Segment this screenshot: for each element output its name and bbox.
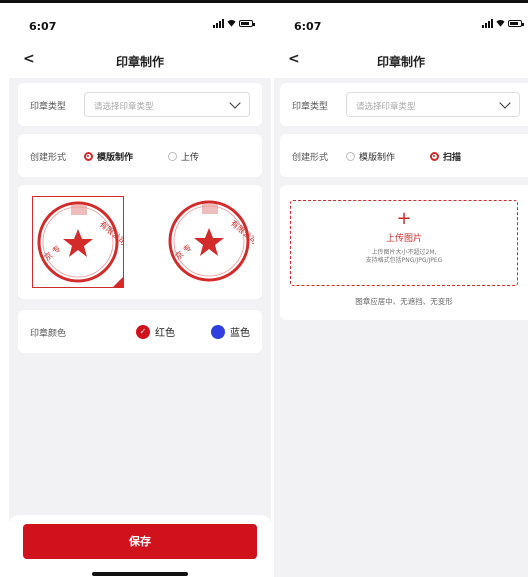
radio-checked-icon	[430, 152, 439, 161]
svg-text:有限公司: 有限公司	[229, 218, 254, 246]
status-time: 6:07	[294, 20, 322, 33]
seal-template-2[interactable]: 有限公司 京 专	[164, 196, 260, 288]
seal-type-select[interactable]: 请选择印章类型	[346, 92, 520, 117]
seal-type-label: 印章类型	[292, 102, 329, 112]
svg-text:京 专: 京 专	[42, 243, 63, 263]
radio-template-label: 模版制作	[97, 153, 134, 163]
radio-template[interactable]: 模版制作	[346, 150, 395, 163]
radio-checked-icon	[84, 152, 93, 161]
status-icons	[482, 19, 524, 28]
nav-bar: < 印章制作	[274, 43, 528, 78]
seal-type-label: 印章类型	[30, 102, 67, 112]
wifi-icon	[496, 19, 505, 28]
color-red-label: 红色	[155, 328, 175, 339]
seal-stamp-icon: 有限公司 京 专	[37, 201, 129, 283]
seal-type-card: 印章类型 请选择印章类型	[280, 83, 528, 126]
status-bar: 6:07	[274, 3, 528, 43]
signal-icon	[213, 19, 224, 28]
status-time: 6:07	[29, 20, 57, 33]
chevron-down-icon	[499, 97, 511, 109]
seal-type-select[interactable]: 请选择印章类型	[84, 92, 250, 117]
seal-type-placeholder: 请选择印章类型	[356, 102, 416, 112]
save-button[interactable]: 保存	[23, 524, 257, 559]
status-icons	[213, 19, 255, 28]
blue-swatch-icon	[211, 324, 225, 339]
page-title: 印章制作	[115, 55, 164, 69]
create-mode-card: 创建形式 模版制作 上传	[18, 134, 262, 177]
wifi-icon	[227, 19, 236, 28]
nav-bar: < 印章制作	[9, 43, 271, 78]
battery-icon	[508, 20, 524, 27]
bottom-bar: 保存	[9, 515, 271, 577]
seal-type-placeholder: 请选择印章类型	[94, 102, 154, 112]
upload-note: 图章应居中、无遮挡、无变形	[355, 297, 453, 306]
chevron-down-icon	[229, 97, 241, 109]
upload-hint-format: 支持格式包括PNG/JPG/JPEG	[365, 257, 443, 264]
color-red-option[interactable]: ✓ 红色	[136, 324, 175, 339]
svg-text:有限公司: 有限公司	[98, 219, 123, 247]
seal-color-card: 印章颜色 ✓ 红色 蓝色	[18, 310, 262, 353]
radio-unchecked-icon	[346, 152, 355, 161]
upload-card: + 上传图片 上传图片大小不超过2M, 支持格式包括PNG/JPG/JPEG 图…	[280, 185, 528, 320]
seal-template-1[interactable]: 有限公司 京 专	[32, 196, 129, 288]
radio-template[interactable]: 模版制作	[84, 150, 133, 163]
upload-hint-size: 上传图片大小不超过2M,	[371, 249, 437, 256]
radio-template-label: 模版制作	[359, 153, 396, 163]
battery-icon	[239, 20, 255, 27]
seal-make-scan-screen: 6:07 < 印章制作 印章类型 请选择印章类型 创建形式 模版制作 扫描 +	[274, 3, 528, 577]
status-bar: 6:07	[9, 3, 271, 43]
radio-upload-label: 上传	[181, 153, 200, 163]
seal-make-template-screen: 6:07 < 印章制作 印章类型 请选择印章类型 创建形式 模版制作 上传 有限…	[9, 3, 271, 577]
seal-type-card: 印章类型 请选择印章类型	[18, 83, 262, 126]
radio-upload[interactable]: 上传	[168, 150, 199, 163]
home-indicator	[92, 572, 188, 576]
radio-scan-label: 扫描	[443, 153, 462, 163]
upload-hint: 上传图片大小不超过2M, 支持格式包括PNG/JPG/JPEG	[291, 249, 517, 265]
plus-icon: +	[396, 208, 412, 229]
create-mode-card: 创建形式 模版制作 扫描	[280, 134, 528, 177]
upload-title: 上传图片	[385, 234, 422, 244]
seal-stamp-icon: 有限公司 京 专	[168, 200, 260, 282]
seal-color-label: 印章颜色	[30, 329, 67, 339]
signal-icon	[482, 19, 493, 28]
radio-unchecked-icon	[168, 152, 177, 161]
svg-text:京 专: 京 专	[173, 242, 194, 262]
page-title: 印章制作	[376, 55, 425, 69]
create-mode-label: 创建形式	[30, 153, 67, 163]
upload-area[interactable]: + 上传图片 上传图片大小不超过2M, 支持格式包括PNG/JPG/JPEG	[290, 200, 518, 286]
color-blue-label: 蓝色	[230, 328, 250, 339]
radio-scan[interactable]: 扫描	[430, 150, 461, 163]
check-icon: ✓	[136, 324, 150, 339]
color-blue-option[interactable]: 蓝色	[211, 324, 250, 339]
selected-corner-icon	[113, 277, 123, 287]
seal-template-card: 有限公司 京 专 有限公司 京 专	[18, 185, 262, 299]
create-mode-label: 创建形式	[292, 153, 329, 163]
